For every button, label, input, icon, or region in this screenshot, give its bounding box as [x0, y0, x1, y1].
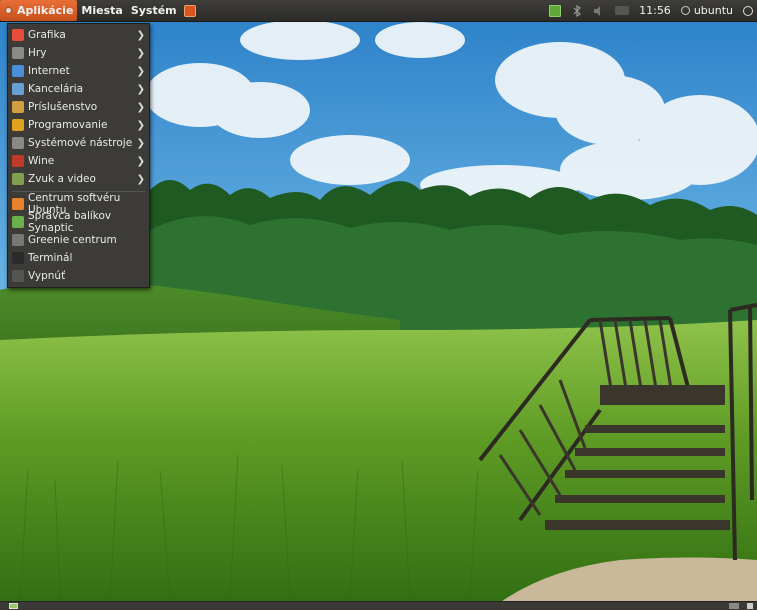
- panel-menu-bar: Aplikácie Miesta Systém: [0, 0, 196, 21]
- panel-tray: 11:56 ubuntu: [549, 0, 757, 21]
- software-center-icon: [12, 198, 24, 210]
- internet-icon: [12, 65, 24, 77]
- submenu-arrow-icon: ❯: [136, 29, 145, 41]
- menu-item-synaptic[interactable]: Správca balíkov Synaptic: [8, 210, 149, 234]
- menu-item-graphics[interactable]: Grafika ❯: [8, 26, 149, 44]
- panel-launcher-icon[interactable]: [183, 4, 196, 17]
- applications-menu-button[interactable]: Aplikácie: [0, 0, 78, 21]
- menu-item-label: Zvuk a video: [28, 173, 96, 185]
- top-panel: Aplikácie Miesta Systém 11:56 ubuntu: [0, 0, 757, 22]
- terminal-icon: [12, 252, 24, 264]
- menu-item-label: Hry: [28, 47, 47, 59]
- menu-item-label: Systémové nástroje: [28, 137, 133, 149]
- system-menu-label: Systém: [130, 4, 177, 17]
- trash-icon[interactable]: [747, 603, 753, 609]
- workspace-switcher[interactable]: [729, 603, 739, 609]
- submenu-arrow-icon: ❯: [136, 173, 145, 185]
- sound-video-icon: [12, 173, 24, 185]
- applications-menu: Grafika ❯ Hry ❯ Internet ❯ Kancelária ❯ Prísluše…: [7, 23, 150, 288]
- submenu-arrow-icon: ❯: [136, 155, 145, 167]
- menu-launchers: Centrum softvéru Ubuntu Správca balíkov S…: [8, 192, 149, 285]
- system-tools-icon: [12, 137, 24, 149]
- synaptic-icon: [12, 216, 24, 228]
- show-desktop-icon[interactable]: [9, 603, 18, 609]
- office-icon: [12, 83, 24, 95]
- menu-item-internet[interactable]: Internet ❯: [8, 62, 149, 80]
- submenu-arrow-icon: ❯: [136, 47, 145, 59]
- greenie-center-icon: [12, 234, 24, 246]
- accessories-icon: [12, 101, 24, 113]
- wine-icon: [12, 155, 24, 167]
- menu-item-programming[interactable]: Programovanie ❯: [8, 116, 149, 134]
- bottom-panel: [0, 601, 757, 610]
- menu-item-label: Kancelária: [28, 83, 84, 95]
- games-icon: [12, 47, 24, 59]
- menu-categories: Grafika ❯ Hry ❯ Internet ❯ Kancelária ❯ Prísluše…: [8, 26, 149, 188]
- menu-item-wine[interactable]: Wine ❯: [8, 152, 149, 170]
- network-icon[interactable]: [549, 4, 562, 17]
- places-menu-button[interactable]: Miesta: [77, 0, 126, 21]
- graphics-icon: [12, 29, 24, 41]
- power-icon[interactable]: [743, 5, 753, 16]
- menu-item-label: Terminál: [28, 252, 73, 264]
- system-menu-button[interactable]: Systém: [127, 0, 181, 21]
- clock[interactable]: 11:56: [639, 4, 671, 17]
- menu-item-label: Príslušenstvo: [28, 101, 98, 113]
- submenu-arrow-icon: ❯: [136, 101, 145, 113]
- menu-item-label: Grafika: [28, 29, 66, 41]
- menu-item-label: Programovanie: [28, 119, 108, 131]
- menu-item-office[interactable]: Kancelária ❯: [8, 80, 149, 98]
- menu-item-label: Greenie centrum: [28, 234, 117, 246]
- menu-item-label: Wine: [28, 155, 55, 167]
- menu-item-label: Vypnúť: [28, 270, 66, 282]
- submenu-arrow-icon: ❯: [136, 119, 145, 131]
- applications-menu-label: Aplikácie: [17, 4, 74, 17]
- menu-item-accessories[interactable]: Príslušenstvo ❯: [8, 98, 149, 116]
- user-icon: [680, 6, 690, 15]
- places-menu-label: Miesta: [81, 4, 123, 17]
- ubuntu-logo-icon: [4, 6, 13, 15]
- menu-item-terminal[interactable]: Terminál: [8, 249, 149, 267]
- menu-item-shutdown[interactable]: Vypnúť: [8, 267, 149, 285]
- menu-item-games[interactable]: Hry ❯: [8, 44, 149, 62]
- messaging-icon[interactable]: [615, 6, 630, 15]
- programming-icon: [12, 119, 24, 131]
- menu-item-label: Internet: [28, 65, 70, 77]
- user-name: ubuntu: [693, 4, 733, 17]
- user-menu[interactable]: ubuntu: [680, 4, 733, 17]
- menu-item-system-tools[interactable]: Systémové nástroje ❯: [8, 134, 149, 152]
- bluetooth-icon[interactable]: [571, 4, 583, 17]
- shutdown-icon: [12, 270, 24, 282]
- submenu-arrow-icon: ❯: [136, 65, 145, 77]
- volume-icon[interactable]: [593, 5, 605, 17]
- submenu-arrow-icon: ❯: [136, 83, 145, 95]
- submenu-arrow-icon: ❯: [136, 137, 145, 149]
- menu-item-sound-video[interactable]: Zvuk a video ❯: [8, 170, 149, 188]
- menu-item-greenie-center[interactable]: Greenie centrum: [8, 231, 149, 249]
